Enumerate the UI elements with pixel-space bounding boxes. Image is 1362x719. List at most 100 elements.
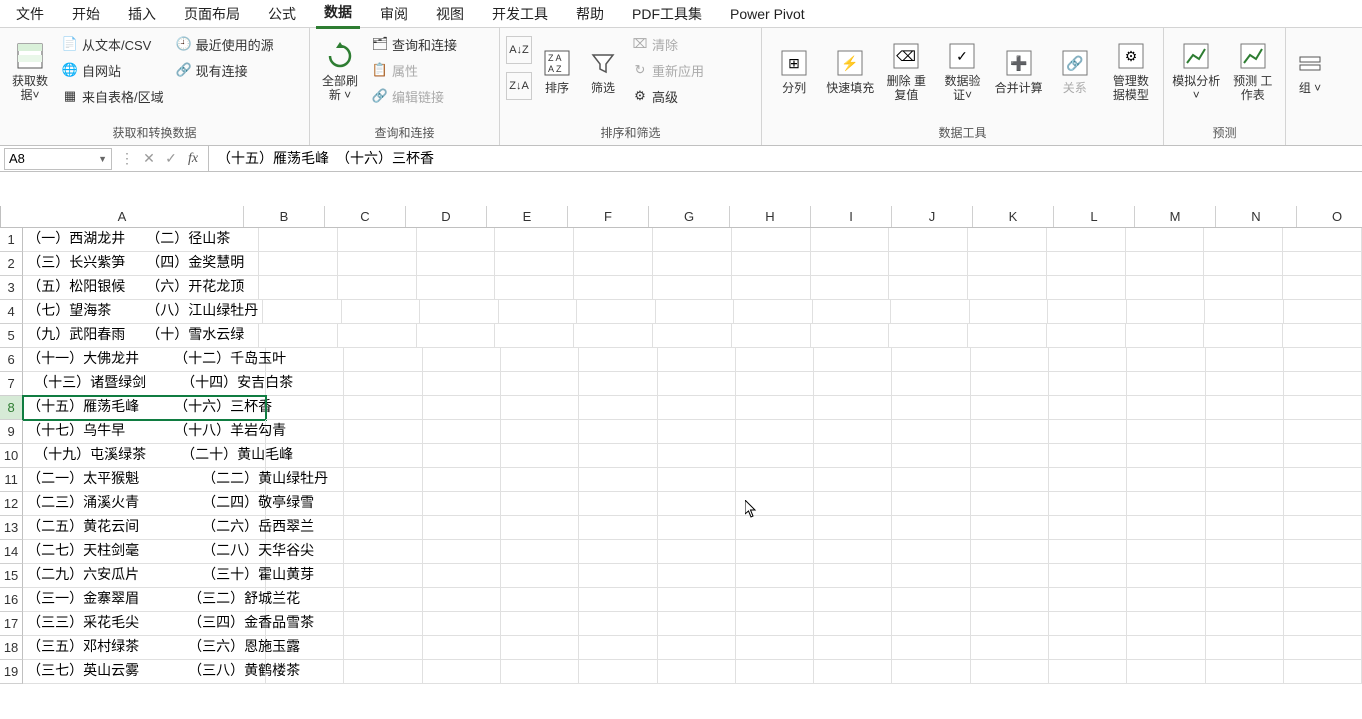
cell-I1[interactable] xyxy=(811,228,890,252)
cell-M1[interactable] xyxy=(1126,228,1205,252)
row-header-6[interactable]: 6 xyxy=(0,348,23,372)
menu-PDF工具集[interactable]: PDF工具集 xyxy=(624,0,710,28)
cell-M10[interactable] xyxy=(1127,444,1205,468)
cell-B4[interactable] xyxy=(263,300,341,324)
cell-I9[interactable] xyxy=(814,420,892,444)
recent-sources-button[interactable]: 🕘最近使用的源 xyxy=(172,32,278,56)
col-header-H[interactable]: H xyxy=(730,206,811,227)
col-header-F[interactable]: F xyxy=(568,206,649,227)
col-header-M[interactable]: M xyxy=(1135,206,1216,227)
cell-A15[interactable]: （二九）六安瓜片 （三十）霍山黄芽 xyxy=(23,564,266,588)
cell-D6[interactable] xyxy=(423,348,501,372)
cell-B10[interactable] xyxy=(266,444,344,468)
cell-A14[interactable]: （二七）天柱剑毫 （二八）天华谷尖 xyxy=(23,540,266,564)
cell-B8[interactable] xyxy=(266,396,344,420)
cell-G15[interactable] xyxy=(658,564,736,588)
cell-L5[interactable] xyxy=(1047,324,1126,348)
cell-M16[interactable] xyxy=(1127,588,1205,612)
cell-D9[interactable] xyxy=(423,420,501,444)
cell-F4[interactable] xyxy=(577,300,655,324)
cell-B5[interactable] xyxy=(259,324,338,348)
cancel-formula-button[interactable]: ✕ xyxy=(138,148,160,170)
fx-button[interactable]: fx xyxy=(182,148,204,170)
cell-C1[interactable] xyxy=(338,228,417,252)
cell-L14[interactable] xyxy=(1049,540,1127,564)
cell-K17[interactable] xyxy=(971,612,1049,636)
cell-D18[interactable] xyxy=(423,636,501,660)
row-header-10[interactable]: 10 xyxy=(0,444,23,468)
formula-input[interactable]: （十五）雁荡毛峰 （十六）三杯香 xyxy=(208,146,1362,171)
existing-connections-button[interactable]: 🔗现有连接 xyxy=(172,58,278,82)
cell-A17[interactable]: （三三）采花毛尖 （三四）金香品雪茶 xyxy=(23,612,266,636)
cell-M12[interactable] xyxy=(1127,492,1205,516)
cell-K15[interactable] xyxy=(971,564,1049,588)
cell-A3[interactable]: （五）松阳银候 （六）开花龙顶 xyxy=(23,276,259,300)
cell-E5[interactable] xyxy=(495,324,574,348)
cell-F1[interactable] xyxy=(574,228,653,252)
cell-E19[interactable] xyxy=(501,660,579,684)
cell-L6[interactable] xyxy=(1049,348,1127,372)
cell-N14[interactable] xyxy=(1206,540,1284,564)
menu-插入[interactable]: 插入 xyxy=(120,0,164,28)
cell-N10[interactable] xyxy=(1206,444,1284,468)
cell-G3[interactable] xyxy=(653,276,732,300)
cell-L9[interactable] xyxy=(1049,420,1127,444)
menu-审阅[interactable]: 审阅 xyxy=(372,0,416,28)
cell-N18[interactable] xyxy=(1206,636,1284,660)
cell-M6[interactable] xyxy=(1127,348,1205,372)
row-header-3[interactable]: 3 xyxy=(0,276,23,300)
cell-B18[interactable] xyxy=(266,636,344,660)
cell-J8[interactable] xyxy=(892,396,970,420)
cell-A6[interactable]: （十一）大佛龙井 （十二）千岛玉叶 xyxy=(23,348,266,372)
cell-D2[interactable] xyxy=(417,252,496,276)
cell-M3[interactable] xyxy=(1126,276,1205,300)
cell-I12[interactable] xyxy=(814,492,892,516)
cell-I5[interactable] xyxy=(811,324,890,348)
cell-I11[interactable] xyxy=(814,468,892,492)
cell-O10[interactable] xyxy=(1284,444,1362,468)
sort-button[interactable]: Z AA Z 排序 xyxy=(536,32,578,110)
cell-E18[interactable] xyxy=(501,636,579,660)
col-header-I[interactable]: I xyxy=(811,206,892,227)
cell-O17[interactable] xyxy=(1284,612,1362,636)
cell-N15[interactable] xyxy=(1206,564,1284,588)
cell-F18[interactable] xyxy=(579,636,657,660)
cell-F11[interactable] xyxy=(579,468,657,492)
cell-F2[interactable] xyxy=(574,252,653,276)
cell-L18[interactable] xyxy=(1049,636,1127,660)
sort-desc-button[interactable]: Z↓A xyxy=(506,72,532,100)
cell-B9[interactable] xyxy=(266,420,344,444)
cell-H13[interactable] xyxy=(736,516,814,540)
cell-N17[interactable] xyxy=(1206,612,1284,636)
cell-G16[interactable] xyxy=(658,588,736,612)
cell-J1[interactable] xyxy=(889,228,968,252)
cell-J15[interactable] xyxy=(892,564,970,588)
cell-C3[interactable] xyxy=(338,276,417,300)
cell-J14[interactable] xyxy=(892,540,970,564)
cell-I4[interactable] xyxy=(813,300,891,324)
row-header-1[interactable]: 1 xyxy=(0,228,23,252)
cell-F13[interactable] xyxy=(579,516,657,540)
cell-B12[interactable] xyxy=(266,492,344,516)
cell-K5[interactable] xyxy=(968,324,1047,348)
row-header-18[interactable]: 18 xyxy=(0,636,23,660)
menu-数据[interactable]: 数据 xyxy=(316,0,360,29)
cell-J19[interactable] xyxy=(892,660,970,684)
cell-K9[interactable] xyxy=(971,420,1049,444)
cell-K10[interactable] xyxy=(971,444,1049,468)
cell-N19[interactable] xyxy=(1206,660,1284,684)
cell-B19[interactable] xyxy=(266,660,344,684)
cell-D16[interactable] xyxy=(423,588,501,612)
cell-C13[interactable] xyxy=(344,516,422,540)
row-header-15[interactable]: 15 xyxy=(0,564,23,588)
cell-E13[interactable] xyxy=(501,516,579,540)
col-header-B[interactable]: B xyxy=(244,206,325,227)
col-header-G[interactable]: G xyxy=(649,206,730,227)
cell-N8[interactable] xyxy=(1206,396,1284,420)
cell-H18[interactable] xyxy=(736,636,814,660)
cell-H6[interactable] xyxy=(736,348,814,372)
col-header-D[interactable]: D xyxy=(406,206,487,227)
cell-B7[interactable] xyxy=(266,372,344,396)
cell-D7[interactable] xyxy=(423,372,501,396)
cell-K7[interactable] xyxy=(971,372,1049,396)
